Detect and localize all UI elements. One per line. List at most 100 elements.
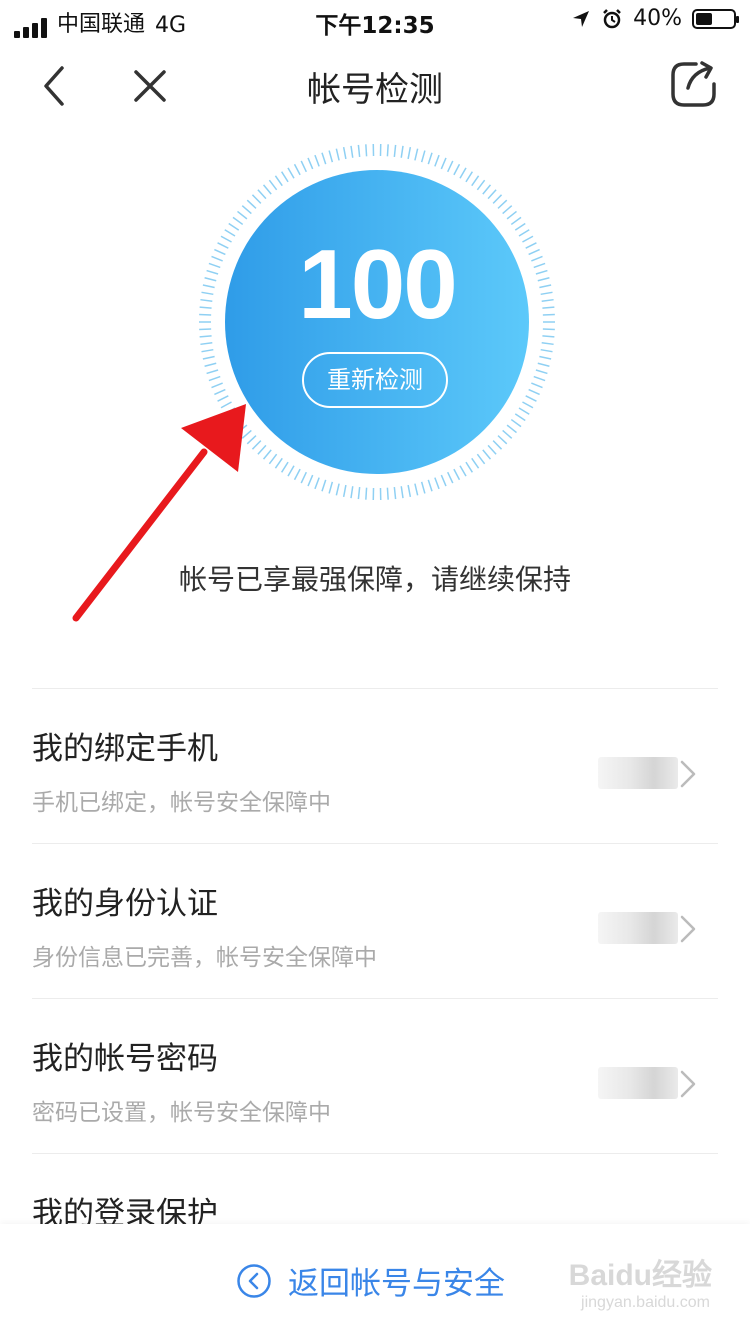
gauge-tick xyxy=(321,152,327,165)
gauge-tick xyxy=(335,148,340,161)
gauge-tick xyxy=(427,152,433,165)
list-item-phone[interactable]: 我的绑定手机 手机已绑定，帐号安全保障中 xyxy=(32,688,718,843)
gauge-tick xyxy=(471,457,480,469)
item-title: 我的身份认证 xyxy=(32,886,218,922)
item-subtitle: 手机已绑定，帐号安全保障中 xyxy=(32,790,331,816)
back-link-label: 返回帐号与安全 xyxy=(288,1266,505,1302)
item-title: 我的绑定手机 xyxy=(32,731,218,767)
status-right: 40% xyxy=(571,6,739,31)
gauge-tick xyxy=(522,401,534,409)
gauge-tick xyxy=(211,382,223,389)
page-title: 帐号检测 xyxy=(307,70,443,110)
gauge-tick xyxy=(482,449,492,460)
gauge-tick xyxy=(357,487,361,500)
gauge-tick xyxy=(400,486,404,499)
gauge-tick xyxy=(307,474,314,487)
gauge-tick xyxy=(414,483,419,496)
gauge-tick xyxy=(502,205,513,215)
gauge-tick xyxy=(502,429,513,439)
gauge-tick xyxy=(487,444,497,455)
gauge-tick xyxy=(262,449,272,460)
gauge-tick xyxy=(535,369,548,375)
gauge-tick xyxy=(528,388,540,396)
gauge-tick xyxy=(350,145,354,158)
gauge-tick xyxy=(497,435,508,445)
gauge-tick xyxy=(274,457,283,469)
gauge-tick xyxy=(510,418,522,428)
gauge-tick xyxy=(350,486,354,499)
gauge-tick xyxy=(531,382,543,389)
gauge-tick xyxy=(201,348,214,353)
gauge-tick xyxy=(420,150,426,163)
gauge-tick xyxy=(357,144,361,157)
gauge-tick xyxy=(537,362,550,367)
gauge-tick xyxy=(287,465,295,477)
gauge-tick xyxy=(268,179,278,191)
gauge-tick xyxy=(497,199,508,209)
gauge-tick xyxy=(200,342,213,346)
gauge-tick xyxy=(335,483,340,496)
blurred-value xyxy=(598,912,678,944)
list-item-password[interactable]: 我的帐号密码 密码已设置，帐号安全保障中 xyxy=(32,998,718,1153)
score-value: 100 xyxy=(298,229,458,339)
gauge-tick xyxy=(262,184,272,195)
gauge-tick xyxy=(293,163,301,176)
gauge-tick xyxy=(232,216,244,226)
bottom-bar: 返回帐号与安全 Baidu经验 jingyan.baidu.com xyxy=(0,1224,750,1334)
gauge-tick xyxy=(487,189,497,200)
nav-bar: 帐号检测 xyxy=(0,40,750,130)
gauge-tick xyxy=(420,481,426,494)
gauge-tick xyxy=(251,194,262,204)
item-subtitle: 密码已设置，帐号安全保障中 xyxy=(32,1100,331,1126)
gauge-tick xyxy=(427,479,433,492)
gauge-tick xyxy=(314,477,320,490)
gauge-tick xyxy=(407,484,412,497)
gauge-tick xyxy=(280,171,289,183)
gauge-tick xyxy=(274,175,283,187)
gauge-tick xyxy=(471,175,480,187)
gauge-tick xyxy=(440,157,447,170)
gauge-tick xyxy=(465,171,474,183)
gauge-tick xyxy=(365,144,368,157)
gauge-tick xyxy=(365,487,368,500)
security-item-list: 我的绑定手机 手机已绑定，帐号安全保障中 我的身份认证 身份信息已完善，帐号安全… xyxy=(32,688,718,1308)
battery-icon xyxy=(692,8,739,29)
list-item-identity[interactable]: 我的身份认证 身份信息已完善，帐号安全保障中 xyxy=(32,843,718,998)
gauge-tick xyxy=(393,487,397,500)
gauge-tick xyxy=(453,468,461,481)
back-to-account-security-button[interactable]: 返回帐号与安全 xyxy=(236,1258,505,1303)
gauge-tick xyxy=(440,474,447,487)
gauge-tick xyxy=(506,424,517,434)
gauge-tick xyxy=(506,210,517,220)
gauge-tick xyxy=(206,369,219,375)
gauge-tick xyxy=(459,465,467,477)
gauge-tick xyxy=(492,440,503,450)
gauge-tick xyxy=(510,216,522,226)
share-icon[interactable] xyxy=(666,56,722,112)
gauge-tick xyxy=(447,471,454,484)
watermark-url: jingyan.baidu.com xyxy=(581,1294,710,1311)
circle-arrow-left-icon xyxy=(237,1263,271,1298)
gauge-tick xyxy=(314,154,320,167)
status-bar: 中国联通 4G 下午12:35 40% xyxy=(0,0,750,40)
gauge-tick xyxy=(447,160,454,173)
battery-percent: 40% xyxy=(633,6,682,31)
gauge-tick xyxy=(246,199,257,209)
gauge-tick xyxy=(293,468,301,481)
protection-status-text: 帐号已享最强保障，请继续保持 xyxy=(178,563,571,596)
chevron-right-icon xyxy=(680,915,696,943)
gauge-tick xyxy=(453,163,461,176)
gauge-tick xyxy=(540,348,553,353)
gauge-tick xyxy=(287,167,295,179)
location-arrow-icon xyxy=(573,10,590,27)
gauge-tick xyxy=(321,479,327,492)
blurred-value xyxy=(598,1067,678,1099)
gauge-tick xyxy=(386,144,389,157)
gauge-tick xyxy=(300,160,307,173)
gauge-tick xyxy=(518,407,530,415)
gauge-tick xyxy=(434,477,440,490)
gauge-tick xyxy=(202,355,215,360)
recheck-button[interactable]: 重新检测 xyxy=(302,352,448,408)
gauge-tick xyxy=(257,444,267,455)
gauge-tick xyxy=(393,144,397,157)
